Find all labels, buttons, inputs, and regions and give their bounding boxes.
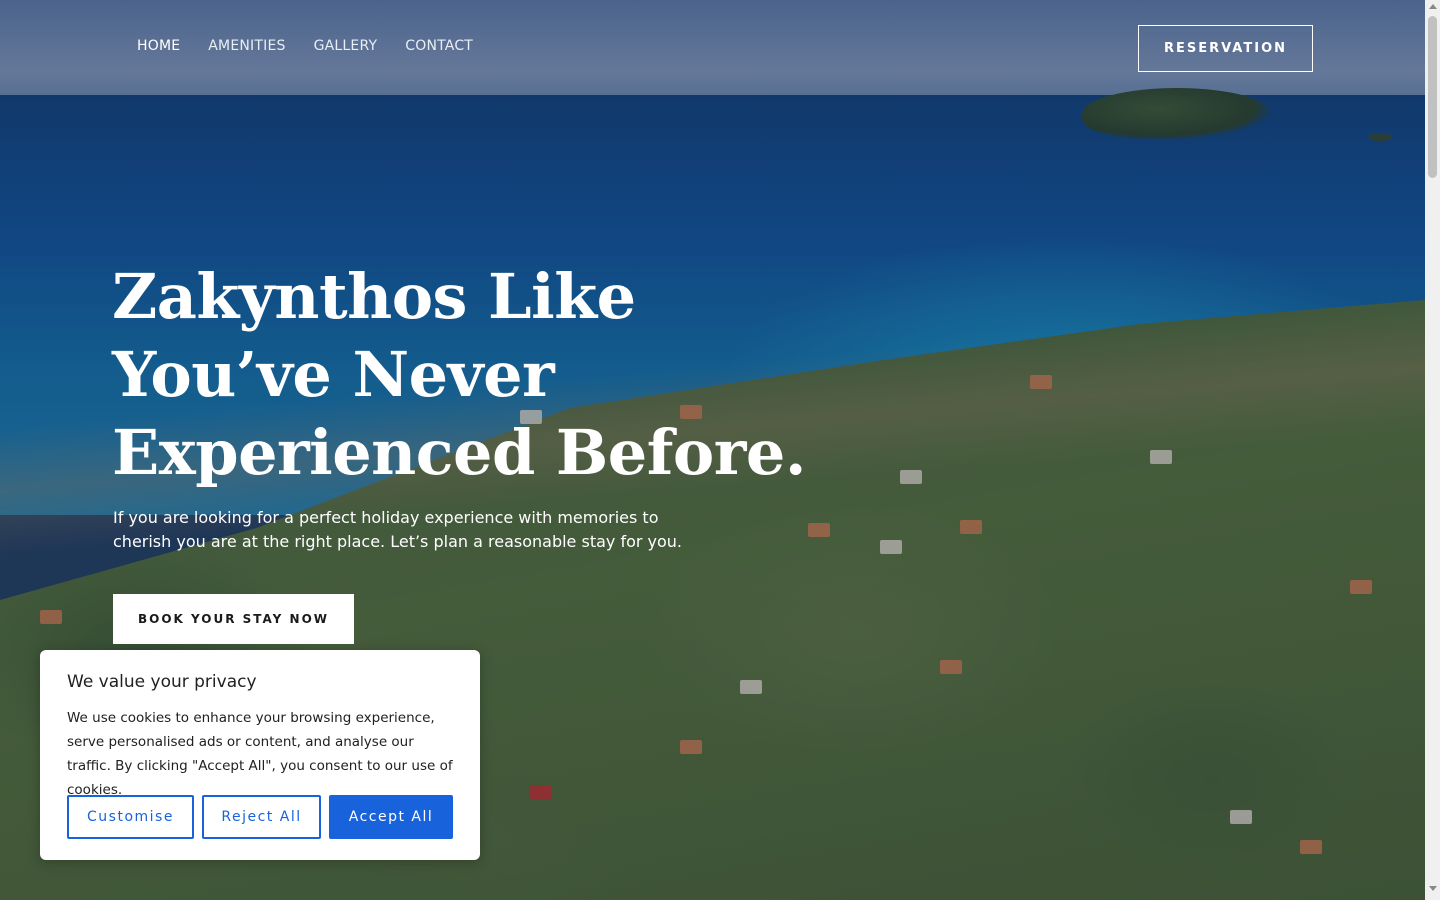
- accept-all-button[interactable]: Accept All: [329, 795, 453, 839]
- nav-contact[interactable]: CONTACT: [405, 38, 473, 54]
- main-nav: HOME AMENITIES GALLERY CONTACT: [137, 38, 473, 54]
- cookie-description: We use cookies to enhance your browsing …: [67, 710, 453, 798]
- cookie-title: We value your privacy: [67, 672, 257, 692]
- scrollbar-thumb[interactable]: [1428, 16, 1437, 178]
- cookie-actions: Customise Reject All Accept All: [67, 795, 453, 839]
- nav-gallery[interactable]: GALLERY: [314, 38, 378, 54]
- page-scrollbar[interactable]: [1425, 0, 1440, 900]
- scroll-down-arrow-icon[interactable]: [1425, 886, 1440, 896]
- nav-amenities[interactable]: AMENITIES: [208, 38, 285, 54]
- reservation-button[interactable]: RESERVATION: [1138, 25, 1313, 72]
- book-stay-button[interactable]: BOOK YOUR STAY NOW: [113, 594, 354, 644]
- hero-subtitle: If you are looking for a perfect holiday…: [113, 508, 683, 551]
- customise-button[interactable]: Customise: [67, 795, 194, 839]
- reject-all-button[interactable]: Reject All: [202, 795, 321, 839]
- scroll-up-arrow-icon[interactable]: [1425, 4, 1440, 14]
- nav-home[interactable]: HOME: [137, 38, 180, 54]
- cookie-consent-banner: We value your privacy We use cookies to …: [40, 650, 480, 860]
- hero-title: Zakynthos Like You’ve Never Experienced …: [112, 260, 806, 489]
